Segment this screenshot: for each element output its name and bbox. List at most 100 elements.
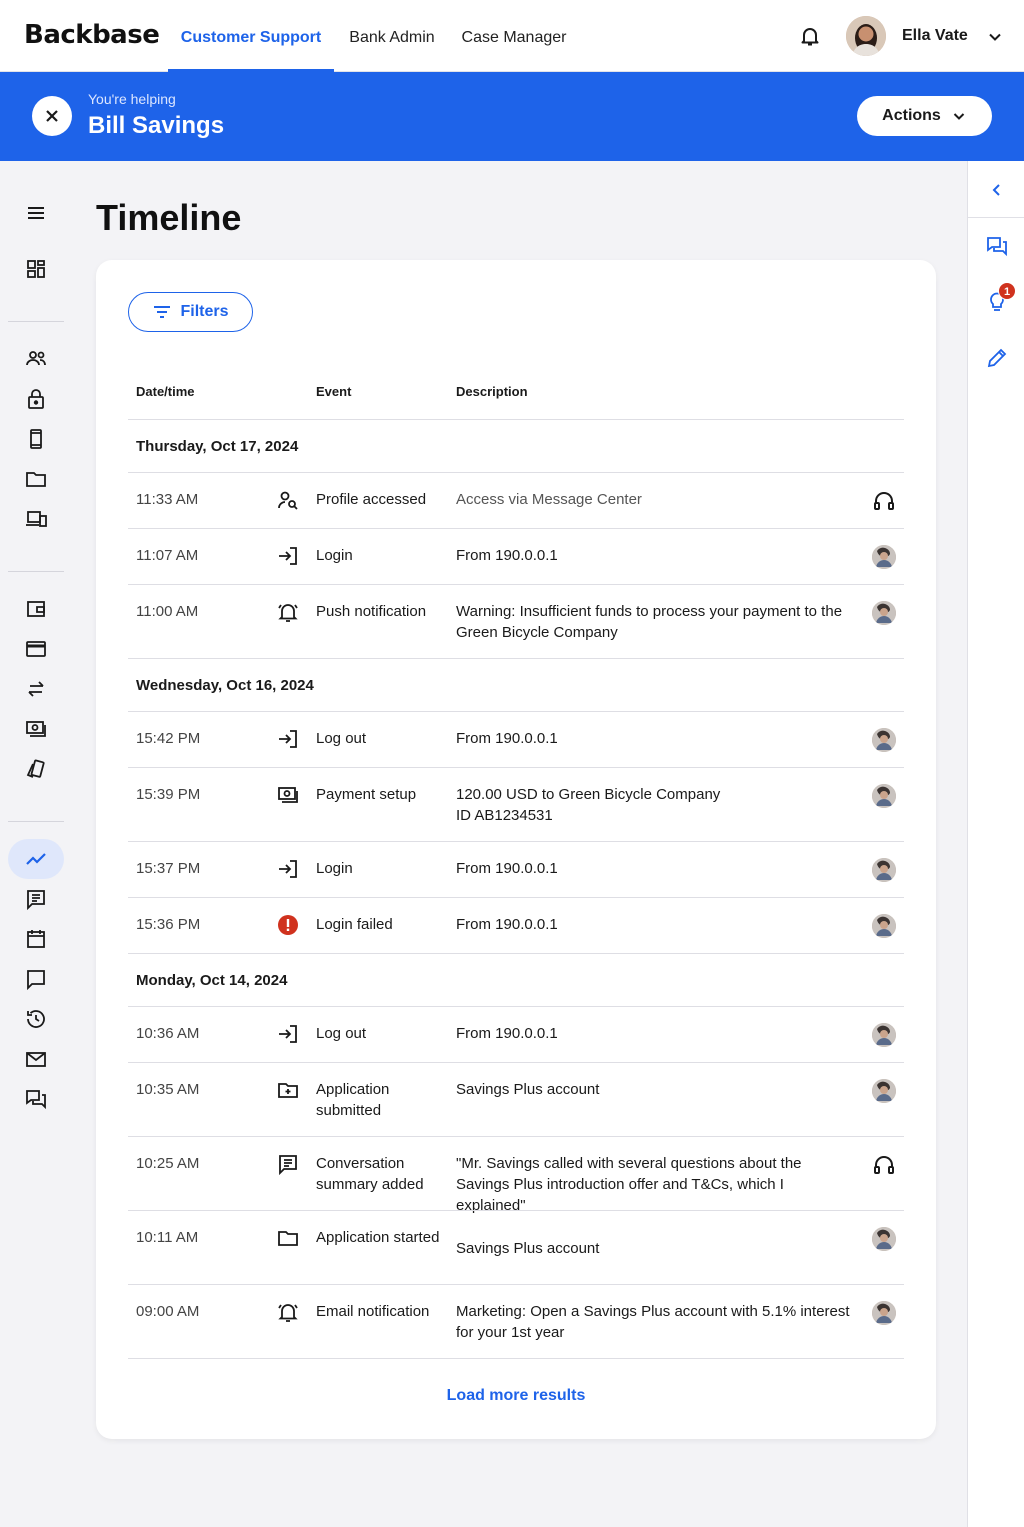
customer-avatar[interactable] [872,784,896,808]
login-icon [276,544,300,568]
edit-pencil-icon[interactable] [985,346,1009,370]
description-text: From 190.0.0.1 [456,547,558,564]
users-icon[interactable] [24,346,48,370]
agent-headset-icon [872,489,896,513]
credit-card-icon[interactable] [24,637,48,661]
row-event: Conversation summary added [316,1155,424,1193]
timeline-icon[interactable] [24,847,48,871]
row-description: 120.00 USD to Green Bicycle Company ID AB… [456,784,856,826]
mobile-icon[interactable] [24,427,48,451]
tab-bank-admin[interactable]: Bank Admin [336,0,448,72]
customer-avatar[interactable] [872,914,896,938]
row-time: 11:33 AM [136,491,199,508]
row-time: 15:42 PM [136,730,201,747]
row-divider [128,841,904,842]
row-time: 10:11 AM [136,1229,199,1246]
row-divider [128,1006,904,1007]
calendar-icon[interactable] [24,927,48,951]
cards-fan-icon[interactable] [24,757,48,781]
row-description: Savings Plus account [456,1238,856,1259]
row-divider [128,472,904,473]
mail-icon[interactable] [24,1047,48,1071]
user-avatar[interactable] [846,16,886,56]
wallet-icon[interactable] [24,597,48,621]
row-divider [128,1210,904,1211]
tab-case-manager[interactable]: Case Manager [452,0,576,72]
customer-avatar[interactable] [872,1301,896,1325]
customer-avatar[interactable] [872,728,896,752]
summary-icon [276,1152,300,1176]
column-header-event[interactable]: Event [316,384,351,399]
description-text: Savings Plus account [456,1240,600,1257]
actions-label: Actions [882,107,941,124]
description-text: From 190.0.0.1 [456,860,558,877]
history-icon[interactable] [24,1007,48,1031]
messages-icon[interactable] [24,1087,48,1111]
row-divider [128,1062,904,1063]
load-more-button[interactable]: Load more results [96,1387,936,1405]
payment-icon [276,783,300,807]
row-event: Payment setup [316,786,417,803]
conversations-icon[interactable] [985,234,1009,258]
chevron-down-icon [953,113,965,120]
actions-button[interactable]: Actions [857,96,992,136]
customer-avatar[interactable] [872,1023,896,1047]
notes-icon[interactable] [24,887,48,911]
chat-icon[interactable] [24,967,48,991]
right-rail: 1 [967,161,1024,1527]
row-event: Log out [316,730,367,747]
row-time: 15:36 PM [136,916,201,933]
customer-avatar[interactable] [872,1079,896,1103]
chevron-down-icon[interactable] [986,28,1004,46]
row-time: 10:36 AM [136,1025,200,1042]
column-header-description[interactable]: Description [456,384,528,399]
notification-bell-icon [276,600,300,624]
customer-name: Bill Savings [88,112,225,139]
row-description: Warning: Insufficient funds to process y… [456,601,856,643]
notification-badge: 1 [998,282,1016,300]
description-text: From 190.0.0.1 [456,916,558,933]
row-description: Marketing: Open a Savings Plus account w… [456,1301,856,1343]
logout-icon [276,1022,300,1046]
devices-icon[interactable] [24,507,48,531]
customer-avatar[interactable] [872,858,896,882]
top-navigation: Backbase Customer Support Bank Admin Cas… [0,0,1024,72]
notifications-bell-icon[interactable] [798,24,822,48]
description-text: Access via Message Center [456,491,642,508]
brand-logo[interactable]: Backbase [24,20,160,50]
payments-icon[interactable] [24,717,48,741]
column-header-datetime[interactable]: Date/time [136,384,195,399]
folder-icon[interactable] [24,467,48,491]
filters-button[interactable]: Filters [128,292,253,332]
description-text: 120.00 USD to Green Bicycle Company [456,786,721,803]
row-divider [128,419,904,420]
row-event: Login [316,547,353,564]
customer-avatar[interactable] [872,1227,896,1251]
page-title: Timeline [96,197,242,238]
row-divider [128,897,904,898]
close-session-button[interactable] [32,96,72,136]
transfer-icon[interactable] [24,677,48,701]
dashboard-icon[interactable] [24,257,48,281]
row-time: 15:39 PM [136,786,201,803]
row-time: 09:00 AM [136,1303,200,1320]
row-time: 11:00 AM [136,603,199,620]
login-icon [276,857,300,881]
row-description: Savings Plus account [456,1079,856,1100]
row-description: From 190.0.0.1 [456,914,856,935]
customer-avatar[interactable] [872,545,896,569]
user-name[interactable]: Ella Vate [902,27,968,45]
folder-icon [276,1226,300,1250]
customer-avatar[interactable] [872,601,896,625]
rail-collapse-area [968,161,1024,218]
row-event: Login failed [316,916,393,933]
chevron-left-icon[interactable] [985,178,1009,202]
day-header: Wednesday, Oct 16, 2024 [136,677,314,694]
row-divider [128,767,904,768]
menu-icon[interactable] [24,201,48,225]
lock-icon[interactable] [24,387,48,411]
row-event: Profile accessed [316,491,427,508]
description-reference: ID AB1234531 [456,807,553,824]
close-icon [46,110,58,122]
tab-customer-support[interactable]: Customer Support [168,0,334,72]
